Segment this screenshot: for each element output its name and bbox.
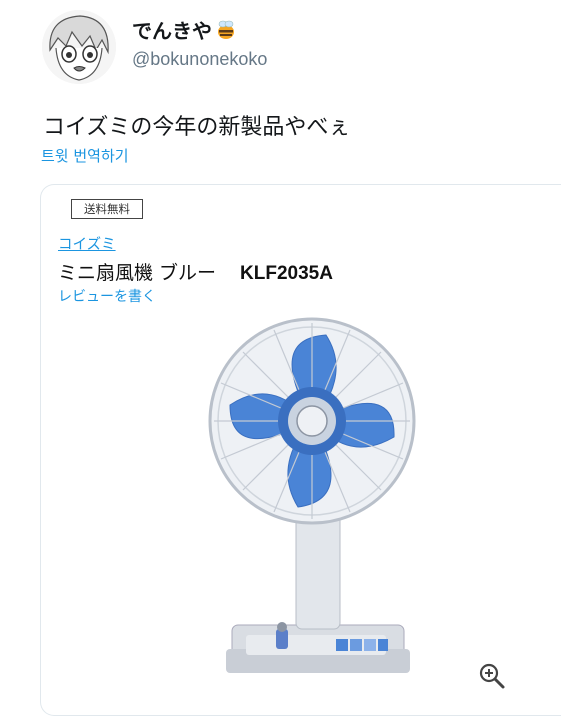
display-name-text: でんきや [132,19,212,43]
free-shipping-badge: 送料無料 [71,199,143,219]
product-card[interactable]: 送料無料 コイズミ ミニ扇風機 ブルー KLF2035A レビューを書く [40,184,561,716]
brand-link[interactable]: コイズミ [58,233,116,254]
anime-face-avatar-icon [42,10,116,84]
bee-icon [218,20,234,39]
product-model: KLF2035A [240,263,333,284]
fan-product-image[interactable] [126,309,446,679]
product-name: ミニ扇風機 ブルー [58,262,217,284]
translate-tweet-link[interactable]: 트윗 번역하기 [41,145,129,166]
user-handle[interactable]: @bokunonekoko [132,49,267,70]
write-review-link[interactable]: レビューを書く [58,286,156,306]
tweet-text: コイズミの今年の新製品やべぇ [43,115,351,140]
zoom-in-icon[interactable] [477,661,507,691]
product-title: ミニ扇風機 ブルー KLF2035A [58,258,333,285]
avatar[interactable] [42,10,116,84]
display-name[interactable]: でんきや [132,15,237,44]
